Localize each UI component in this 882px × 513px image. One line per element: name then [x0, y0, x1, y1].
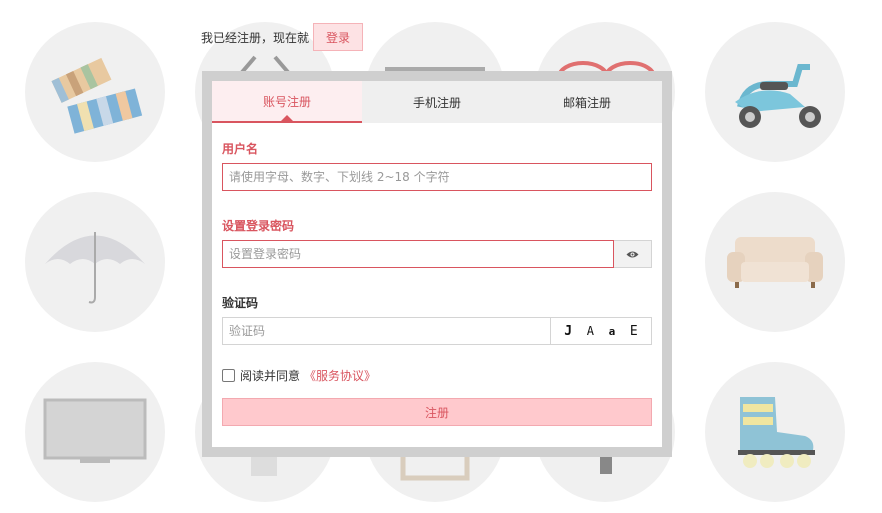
password-toggle-button[interactable]	[614, 240, 652, 268]
captcha-image[interactable]: J A a E	[551, 317, 652, 345]
bg-scooter	[705, 22, 845, 162]
scarves-icon	[51, 57, 143, 134]
bg-scarves	[25, 22, 165, 162]
login-prompt: 我已经注册，现在就 登录	[201, 23, 364, 51]
tab-phone-register[interactable]: 手机注册	[362, 81, 512, 123]
password-label: 设置登录密码	[222, 219, 295, 233]
register-button[interactable]: 注册	[222, 398, 652, 426]
captcha-char: A	[586, 324, 594, 338]
captcha-input[interactable]	[222, 317, 551, 345]
bg-umbrella	[25, 192, 165, 332]
tab-email-register[interactable]: 邮箱注册	[512, 81, 662, 123]
agree-checkbox[interactable]	[222, 368, 235, 382]
tv-icon	[43, 398, 147, 463]
password-field	[222, 240, 652, 268]
roller-skate-icon	[738, 397, 815, 468]
sofa-icon	[727, 237, 823, 288]
username-label: 用户名	[222, 142, 259, 156]
captcha-label: 验证码	[222, 296, 259, 310]
scooter-icon	[735, 64, 821, 128]
register-frame: 账号注册 手机注册 邮箱注册 用户名 设置登录密码	[202, 71, 672, 457]
bg-sofa	[705, 192, 845, 332]
tab-account-register[interactable]: 账号注册	[212, 81, 362, 123]
username-field	[222, 163, 652, 191]
umbrella-icon	[45, 232, 145, 304]
register-form: 用户名 设置登录密码 验证码 J	[212, 141, 662, 426]
agree-text: 阅读并同意	[240, 368, 301, 383]
captcha-char: E	[629, 323, 638, 339]
agreement-row: 阅读并同意 《服务协议》	[222, 367, 652, 383]
captcha-char: a	[608, 324, 616, 338]
eye-icon	[626, 251, 639, 257]
username-input[interactable]	[222, 163, 652, 191]
login-prompt-text: 我已经注册，现在就	[201, 30, 310, 45]
tab-label: 账号注册	[262, 94, 311, 109]
active-tab-caret-icon	[281, 115, 293, 121]
tab-label: 手机注册	[412, 95, 461, 110]
captcha-field: J A a E	[222, 317, 652, 345]
password-input[interactable]	[222, 240, 614, 268]
bg-tv	[25, 362, 165, 502]
tab-label: 邮箱注册	[562, 95, 611, 110]
captcha-char: J	[564, 323, 573, 339]
login-button[interactable]: 登录	[313, 23, 364, 51]
bg-skate	[705, 362, 845, 502]
service-agreement-link[interactable]: 《服务协议》	[304, 367, 376, 384]
register-panel: 账号注册 手机注册 邮箱注册 用户名 设置登录密码	[212, 81, 662, 447]
register-tabs: 账号注册 手机注册 邮箱注册	[212, 81, 662, 123]
